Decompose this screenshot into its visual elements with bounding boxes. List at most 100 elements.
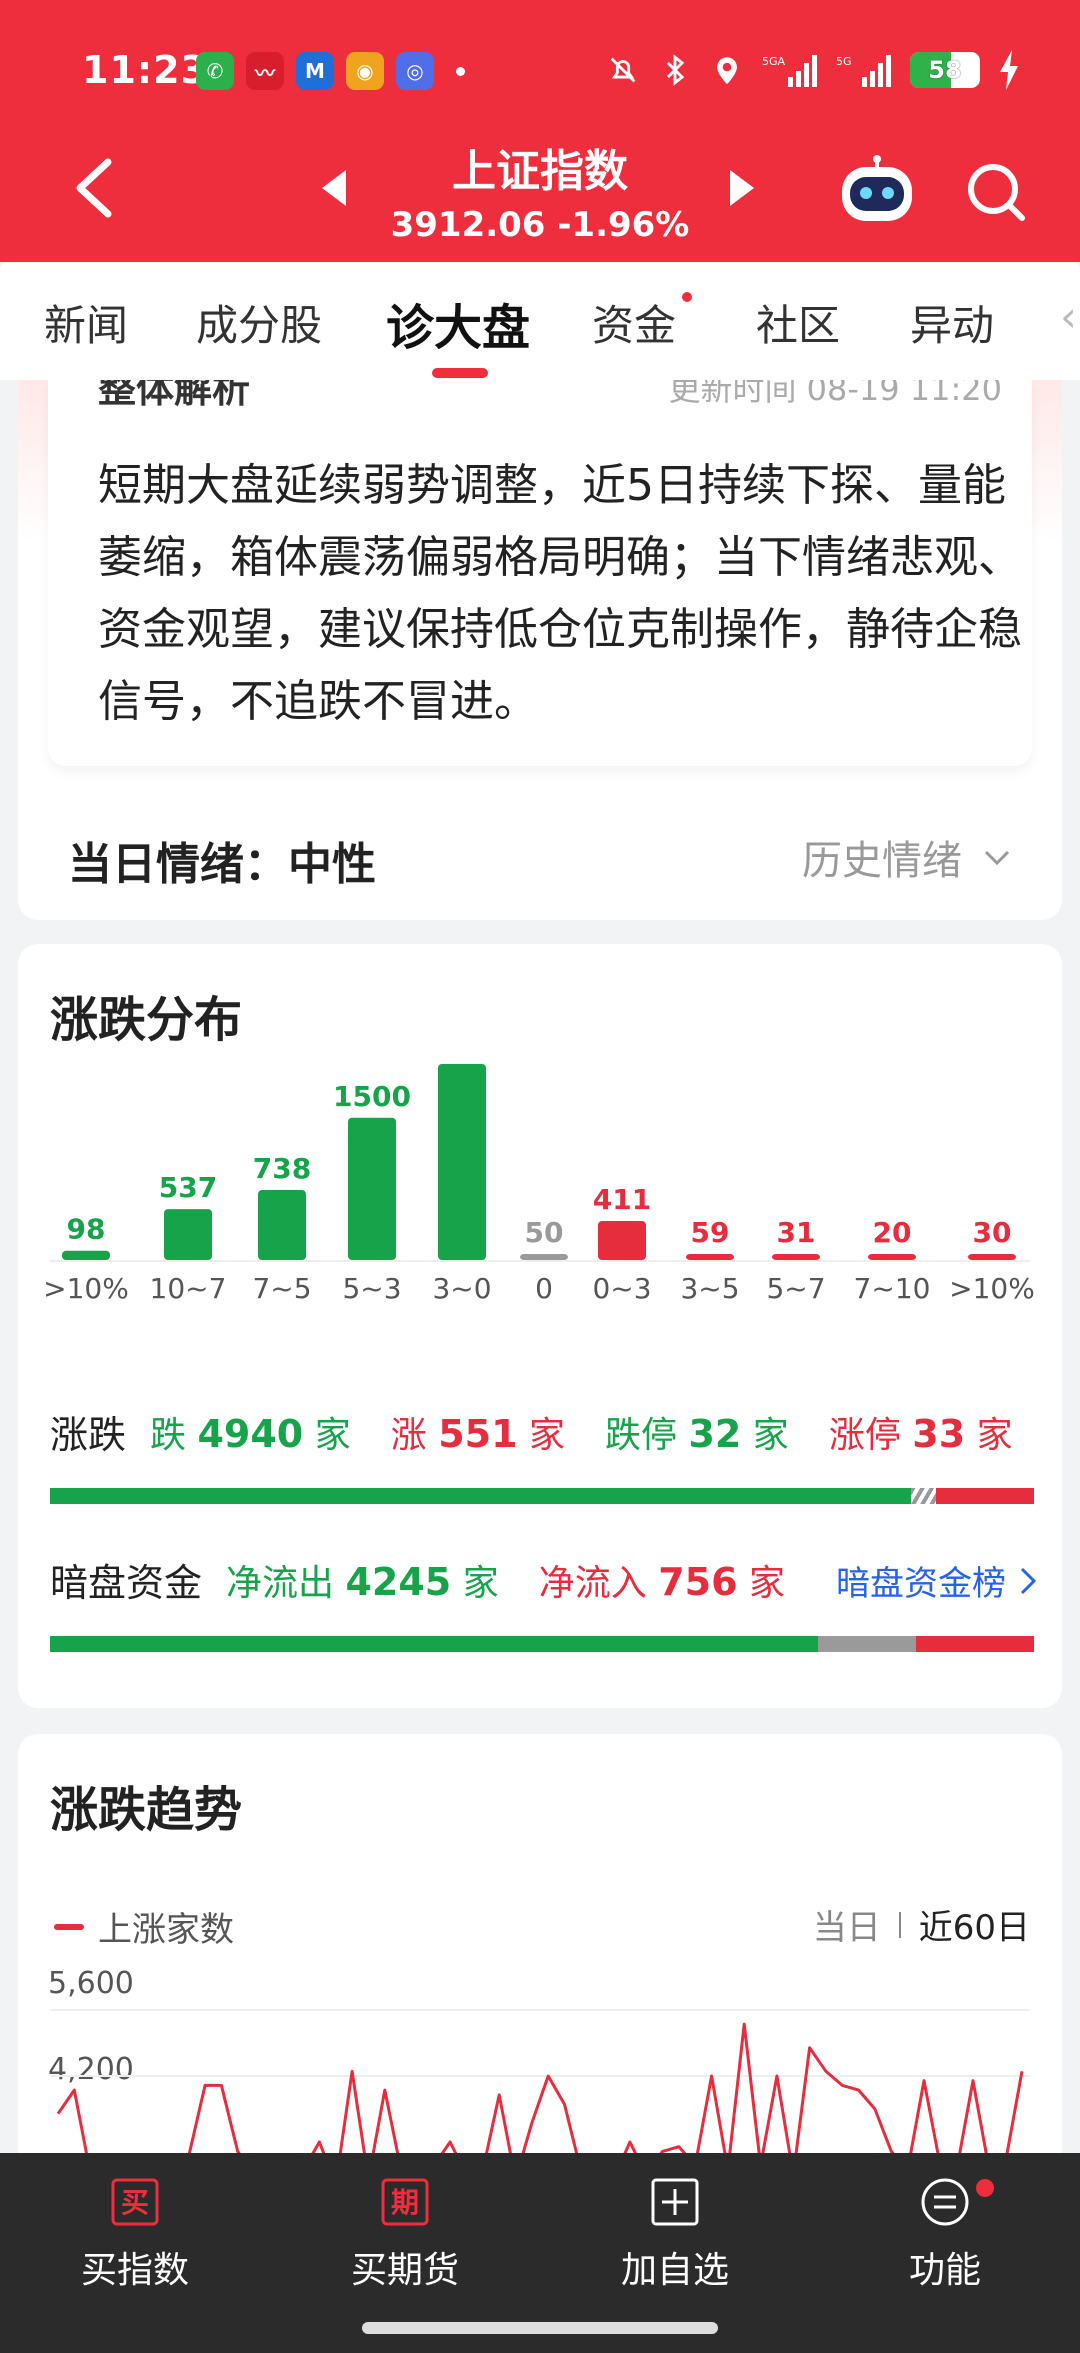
tab-components[interactable]: 成分股	[196, 292, 322, 353]
wechat-icon: ✆	[196, 52, 234, 90]
bar-8	[772, 1254, 820, 1260]
status-bar: 11:23 ✆ 〰 M ◉ ◎ 5GA 5G 58	[0, 40, 1080, 100]
status-apps: ✆ 〰 M ◉ ◎	[196, 52, 465, 90]
status-time: 11:23	[82, 48, 208, 92]
bar-9	[868, 1254, 916, 1260]
bar-2	[258, 1190, 306, 1260]
ratio-flat-segment	[911, 1488, 936, 1504]
bar-value-6: 411	[593, 1183, 651, 1216]
rise-fall-ratio-bar	[50, 1488, 1034, 1504]
tab-bar: 新闻 成分股 诊大盘 资金 社区 异动 ‹	[0, 262, 1080, 380]
tab-community[interactable]: 社区	[756, 292, 840, 353]
signal-5g-icon: 5G	[836, 55, 891, 87]
bar-4	[438, 1064, 486, 1260]
svg-text:5GA: 5GA	[762, 55, 786, 68]
index-price: 3912.06	[390, 205, 546, 245]
tab-funds-badge	[682, 292, 692, 302]
bar-7	[686, 1254, 734, 1260]
home-indicator[interactable]	[362, 2322, 718, 2334]
more-notifications-icon	[456, 66, 465, 76]
bar-category-7: 3~5	[680, 1272, 739, 1305]
dark-pool-ranking-link[interactable]: 暗盘资金榜	[836, 1556, 1036, 1605]
bar-1	[164, 1209, 212, 1260]
nav-add-watchlist[interactable]: 加自选	[575, 2177, 775, 2293]
ai-assistant-robot-icon[interactable]	[838, 155, 916, 225]
svg-text:5G: 5G	[836, 55, 852, 68]
chevron-down-icon	[984, 850, 1010, 866]
bar-category-0: >10%	[43, 1272, 129, 1305]
tab-more-overflow[interactable]: ‹	[1060, 292, 1080, 342]
mail-app-icon: M	[296, 52, 334, 90]
nav-buy-index[interactable]: 买 买指数	[35, 2177, 235, 2293]
status-right: 5GA 5G 58	[606, 50, 1020, 90]
bar-category-9: 7~10	[854, 1272, 931, 1305]
distribution-title: 涨跌分布	[50, 992, 243, 1048]
nav-buy-index-label: 买指数	[80, 2250, 189, 2291]
range-toggle: 当日 近60日	[813, 1900, 1030, 1949]
trend-legend: 上涨家数	[54, 1902, 234, 1951]
nav-add-watchlist-label: 加自选	[620, 2250, 729, 2291]
tab-funds[interactable]: 资金	[592, 292, 676, 353]
dark-pool-label: 暗盘资金	[50, 1561, 203, 1605]
range-60day-button[interactable]: 近60日	[919, 1900, 1030, 1949]
bar-5	[520, 1254, 568, 1260]
legend-swatch	[54, 1923, 84, 1930]
charging-icon	[1000, 50, 1018, 90]
browser-app-icon: ◎	[396, 52, 434, 90]
dark-in-segment	[915, 1636, 1034, 1652]
range-today-button[interactable]: 当日	[813, 1900, 881, 1949]
buy-index-icon: 买	[111, 2178, 159, 2226]
index-quote: 3912.06 -1.96%	[0, 205, 1080, 245]
tab-news[interactable]: 新闻	[44, 292, 128, 353]
history-mood-button[interactable]: 历史情绪	[802, 828, 1012, 886]
weibo-icon: ◉	[346, 52, 384, 90]
dark-pool-ratio-bar	[50, 1636, 1034, 1652]
svg-text:期: 期	[391, 2186, 419, 2219]
index-title: 上证指数	[452, 146, 628, 197]
mood-label: 当日情绪：	[68, 839, 288, 890]
tab-movements[interactable]: 异动	[910, 292, 994, 353]
tab-diagnosis[interactable]: 诊大盘	[386, 288, 530, 358]
bar-category-1: 10~7	[150, 1272, 227, 1305]
nav-functions-label: 功能	[908, 2250, 981, 2291]
index-change: -1.96%	[557, 205, 690, 245]
legend-rising-count: 上涨家数	[98, 1910, 234, 1950]
fall-count: 跌 4940 家	[150, 1411, 351, 1456]
next-index-button[interactable]	[730, 170, 754, 206]
bar-category-4: 3~0	[432, 1272, 491, 1305]
battery-icon: 58	[910, 52, 980, 88]
add-watchlist-icon	[651, 2178, 699, 2226]
bar-value-3: 1500	[333, 1080, 411, 1113]
bar-value-7: 59	[691, 1216, 730, 1249]
bar-category-6: 0~3	[592, 1272, 651, 1305]
search-button[interactable]	[964, 160, 1028, 224]
stock-app-icon: 〰	[246, 52, 284, 90]
nav-buy-futures[interactable]: 期 买期货	[305, 2177, 505, 2293]
bar-category-3: 5~3	[342, 1272, 401, 1305]
range-separator	[898, 1911, 901, 1938]
dark-flat-segment	[817, 1636, 916, 1652]
bar-value-10: 30	[973, 1216, 1012, 1249]
signal-5ga-icon: 5GA	[762, 55, 817, 87]
active-tab-indicator	[432, 368, 488, 378]
rise-count: 涨 551 家	[390, 1411, 565, 1456]
buy-futures-icon: 期	[381, 2178, 429, 2226]
ratio-down-segment	[50, 1488, 911, 1504]
header: 11:23 ✆ 〰 M ◉ ◎ 5GA 5G 58 上证指数 3912.06 -…	[0, 0, 1080, 262]
mood-value: 中性	[288, 839, 376, 890]
svg-text:买: 买	[121, 2186, 149, 2219]
nav-functions[interactable]: 功能	[845, 2177, 1045, 2293]
analysis-card: 整体解析 更新时间 08-19 11:20 短期大盘延续弱势调整，近5日持续下探…	[48, 380, 1032, 766]
bar-category-8: 5~7	[766, 1272, 825, 1305]
bar-category-10: >10%	[949, 1272, 1035, 1305]
functions-menu-icon	[921, 2178, 969, 2226]
bar-value-0: 98	[67, 1213, 106, 1246]
bar-value-8: 31	[777, 1216, 816, 1249]
dark-out-segment	[50, 1636, 818, 1652]
bar-10	[968, 1254, 1016, 1260]
analysis-title: 整体解析	[98, 380, 251, 411]
battery-level: 58	[928, 56, 962, 84]
rise-fall-summary: 涨跌 跌 4940 家 涨 551 家 跌停 32 家 涨停 33 家	[50, 1404, 1053, 1459]
analysis-update-time: 更新时间 08-19 11:20	[668, 380, 1002, 408]
mood-row: 当日情绪：中性	[68, 828, 376, 892]
